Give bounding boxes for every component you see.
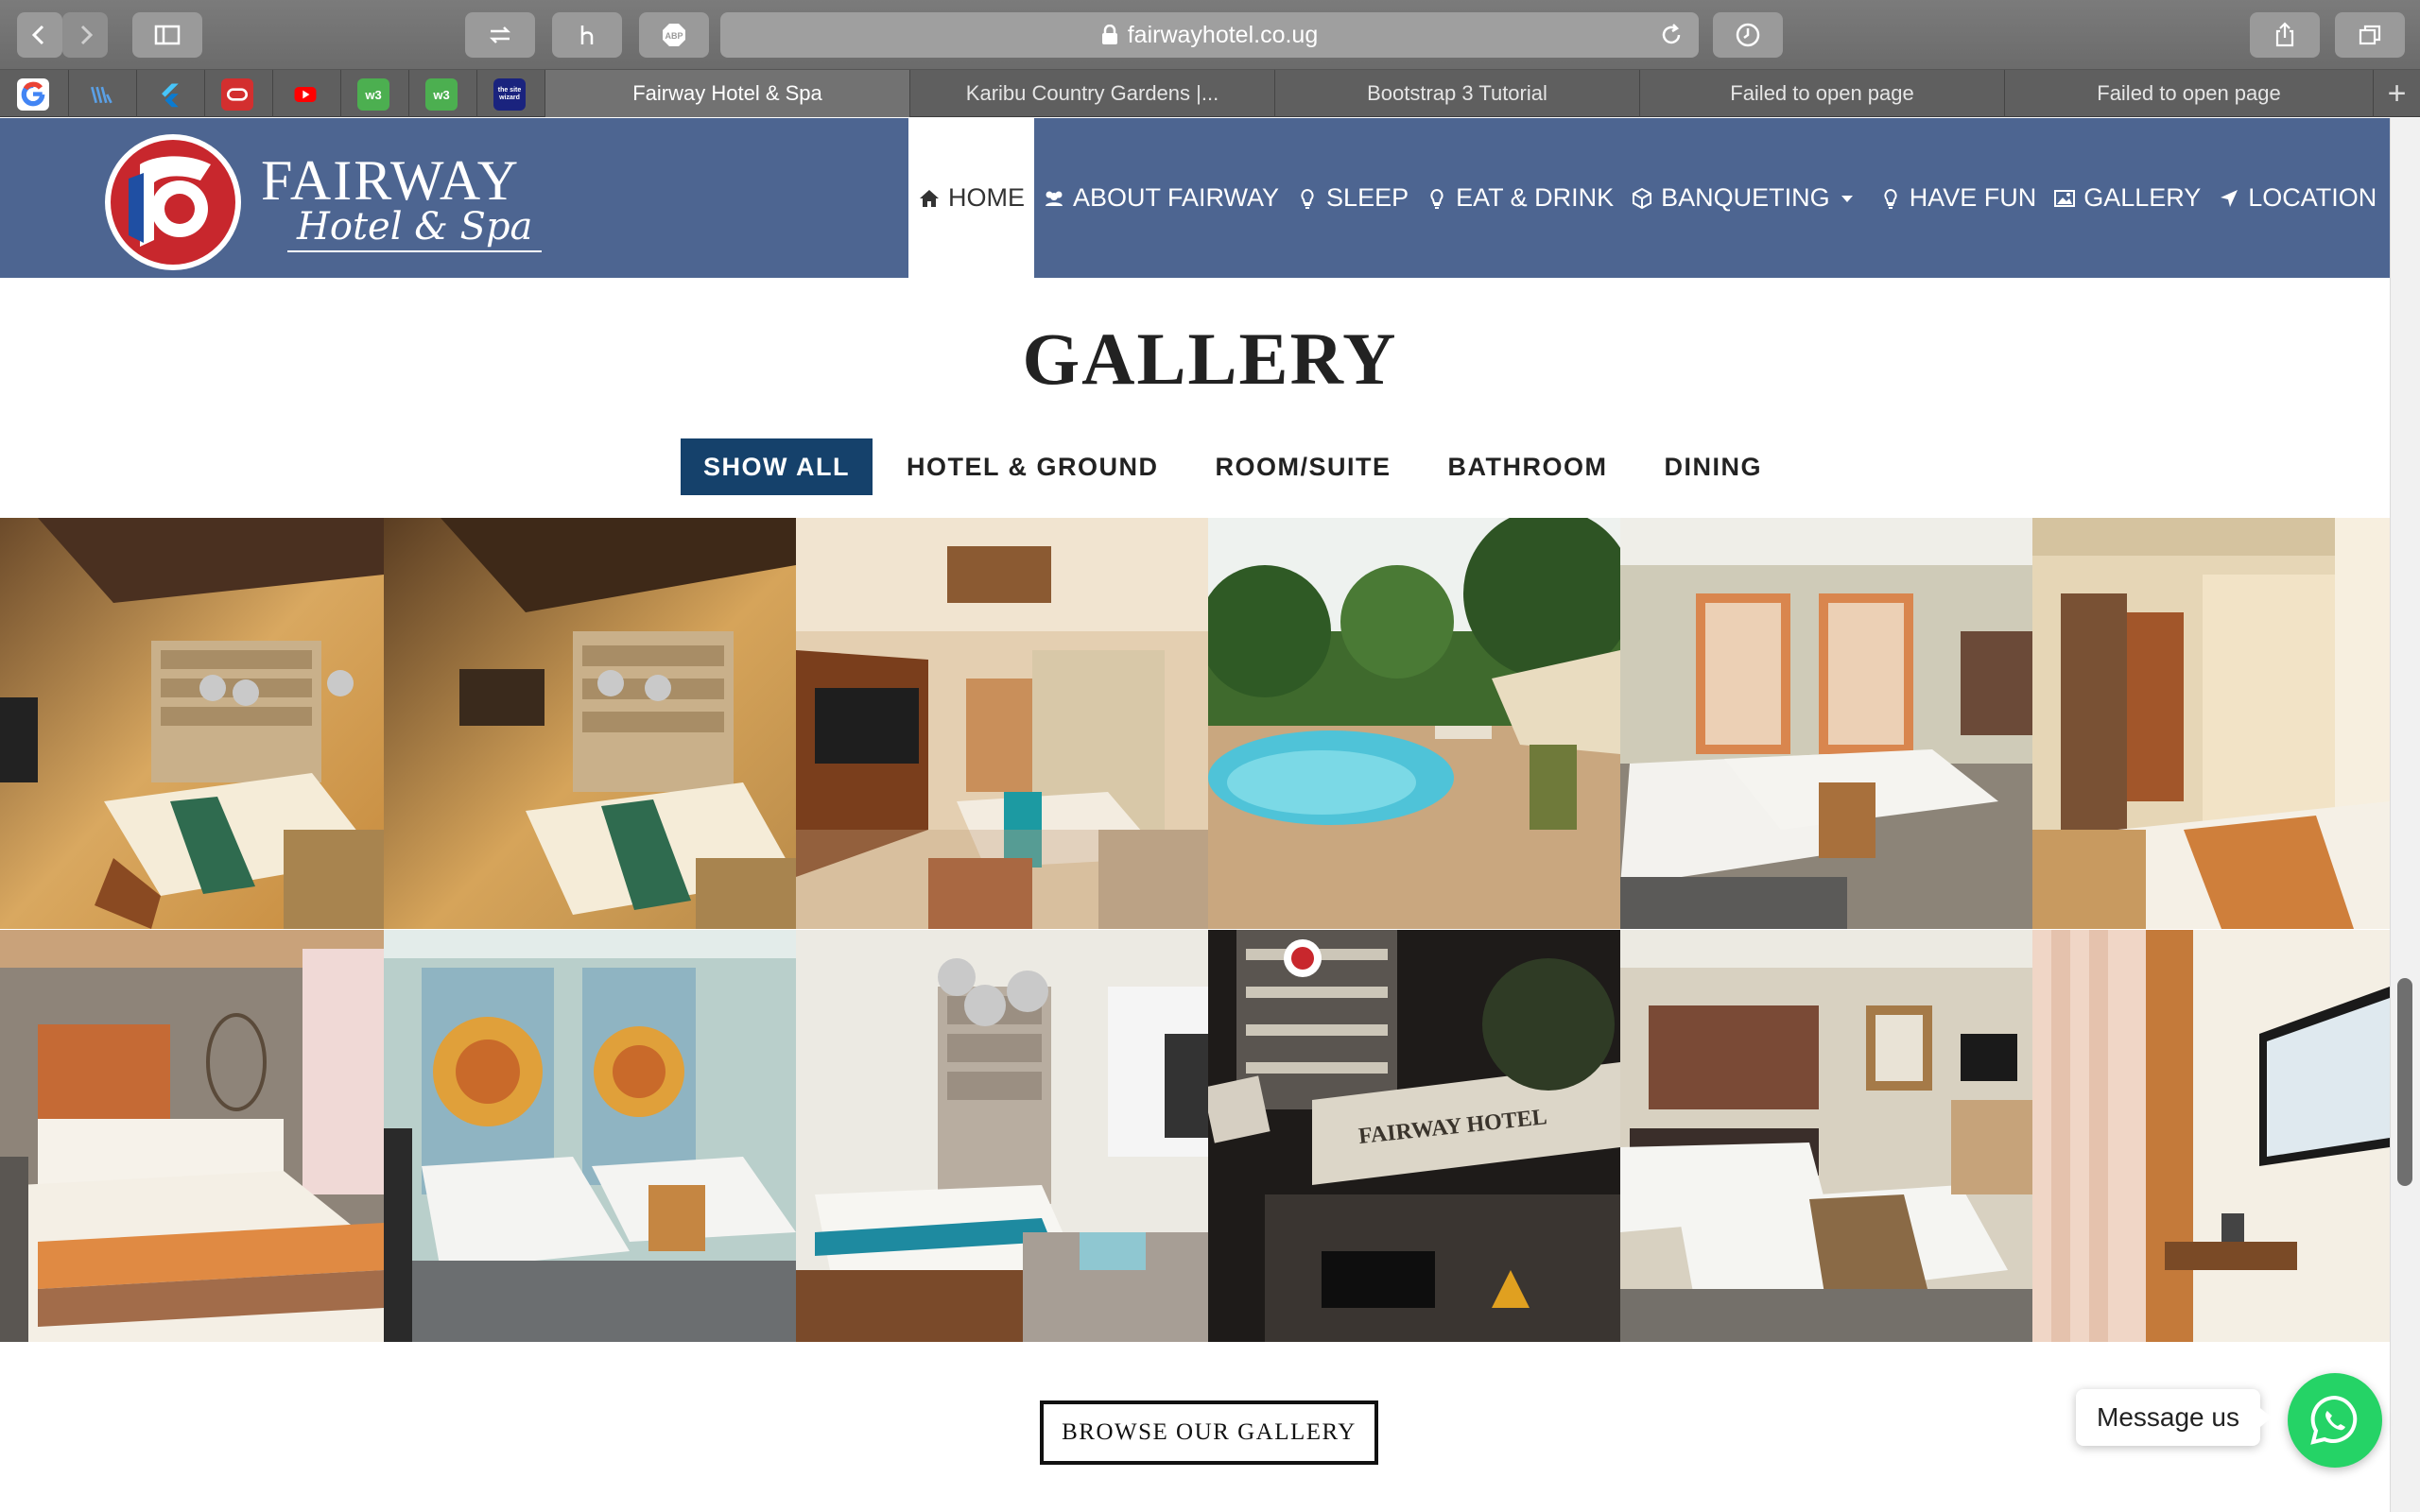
tab-karibu[interactable]: Karibu Country Gardens |...	[909, 70, 1274, 117]
tab-bootstrap[interactable]: Bootstrap 3 Tutorial	[1274, 70, 1639, 117]
thesitewizard-icon[interactable]: the site wizard	[493, 78, 526, 111]
tab-fairway[interactable]: Fairway Hotel & Spa	[544, 70, 909, 117]
gallery-image-suite[interactable]	[796, 930, 1208, 1342]
url-text: fairwayhotel.co.ug	[1127, 21, 1319, 48]
gallery-title: GALLERY	[1022, 318, 1398, 400]
lock-icon	[1101, 25, 1117, 44]
image-icon	[2054, 189, 2076, 207]
nav-home[interactable]: HOME	[908, 118, 1034, 278]
tab-bar: w3 w3 the site wizard Fairway Hotel & Sp…	[0, 70, 2420, 117]
gallery-image-room-tv[interactable]	[2032, 930, 2390, 1342]
browse-gallery-button[interactable]: BROWSE OUR GALLERY	[1040, 1400, 1378, 1465]
site-header: FAIRWAY Hotel & Spa HOME ABOUT FAIRWAY S…	[0, 118, 2390, 278]
room-door-photo	[2032, 518, 2390, 929]
honey-icon	[580, 26, 594, 44]
location-arrow-icon	[2221, 189, 2238, 207]
filter-bathroom[interactable]: BATHROOM	[1426, 438, 1631, 495]
library-icon[interactable]	[85, 78, 117, 111]
bedroom-photo	[0, 930, 384, 1342]
tab-failed-2[interactable]: Failed to open page	[2004, 70, 2373, 117]
back-button[interactable]	[17, 12, 62, 58]
tabs-icon	[2359, 25, 2381, 45]
nav-about[interactable]: ABOUT FAIRWAY	[1034, 118, 1288, 278]
nav-eat-drink[interactable]: EAT & DRINK	[1417, 118, 1622, 278]
twin-room-photo	[1620, 930, 2032, 1342]
chevron-right-icon	[80, 25, 94, 45]
whatsapp-button[interactable]	[2288, 1373, 2382, 1468]
room-tv-photo	[2032, 930, 2390, 1342]
cube-icon	[1633, 187, 1652, 209]
scrollbar-thumb[interactable]	[2397, 978, 2412, 1186]
fairway-logo-icon	[105, 134, 241, 270]
bulb-icon	[1884, 188, 1897, 209]
adblock-icon: ABP	[663, 24, 685, 46]
logo-subtitle: Hotel & Spa	[287, 205, 543, 252]
svg-text:ABP: ABP	[665, 31, 683, 41]
new-tab-button[interactable]: +	[2373, 70, 2420, 117]
browser-toolbar: ABP fairwayhotel.co.ug	[0, 0, 2420, 70]
flutter-icon[interactable]	[153, 78, 185, 111]
suite-photo	[796, 930, 1208, 1342]
gallery-image-suite[interactable]	[796, 518, 1208, 929]
youtube-icon[interactable]	[289, 78, 321, 111]
gallery-grid: FAIRWAY HOTEL	[0, 518, 2390, 1342]
nav-banqueting[interactable]: BANQUETING	[1622, 118, 1871, 278]
sidebar-toggle-button[interactable]	[132, 12, 202, 58]
bedroom-photo	[0, 518, 384, 929]
gallery-image-bedroom[interactable]	[384, 518, 796, 929]
nav-location[interactable]: LOCATION	[2209, 118, 2385, 278]
twin-room-photo	[384, 930, 796, 1342]
gallery-image-bedroom[interactable]	[0, 930, 384, 1342]
whatsapp-icon	[2310, 1395, 2358, 1445]
reload-icon[interactable]	[1657, 21, 1685, 49]
gallery-image-room-door[interactable]	[2032, 518, 2390, 929]
gallery-image-twin-room[interactable]	[1620, 930, 2032, 1342]
google-icon[interactable]	[17, 78, 49, 111]
site-logo[interactable]: FAIRWAY Hotel & Spa	[102, 128, 556, 270]
extension-button[interactable]	[552, 12, 622, 58]
main-nav: HOME ABOUT FAIRWAY SLEEP EAT & DRINK BAN…	[908, 118, 2385, 278]
extension-button[interactable]	[465, 12, 535, 58]
filter-show-all[interactable]: SHOW ALL	[681, 438, 873, 495]
filter-hotel-ground[interactable]: HOTEL & GROUND	[884, 438, 1182, 495]
tabs-overview-button[interactable]	[2335, 12, 2405, 58]
address-bar[interactable]: fairwayhotel.co.ug	[720, 12, 1699, 58]
filter-dining[interactable]: DINING	[1642, 438, 1786, 495]
gallery-image-pool[interactable]	[1208, 518, 1620, 929]
twin-room-photo	[1620, 518, 2032, 929]
gallery-filters: SHOW ALL HOTEL & GROUND ROOM/SUITE BATHR…	[681, 438, 1796, 495]
tab-failed-1[interactable]: Failed to open page	[1639, 70, 2004, 117]
users-icon	[1046, 191, 1063, 206]
nav-gallery[interactable]: GALLERY	[2045, 118, 2209, 278]
filter-room-suite[interactable]: ROOM/SUITE	[1193, 438, 1414, 495]
gallery-image-hotel-exterior[interactable]: FAIRWAY HOTEL	[1208, 930, 1620, 1342]
hotel-exterior-photo: FAIRWAY HOTEL	[1208, 930, 1620, 1342]
chevron-left-icon	[31, 25, 44, 45]
bulb-icon	[1430, 188, 1443, 209]
bulb-icon	[1301, 188, 1314, 209]
bedroom-photo	[384, 518, 796, 929]
message-us-bubble[interactable]: Message us	[2076, 1389, 2272, 1446]
pool-photo	[1208, 518, 1620, 929]
suite-photo	[796, 518, 1208, 929]
gallery-image-twin-room[interactable]	[384, 930, 796, 1342]
home-icon	[920, 189, 939, 207]
nav-sleep[interactable]: SLEEP	[1288, 118, 1417, 278]
swap-icon	[489, 26, 511, 43]
logo-wordmark: FAIRWAY	[261, 149, 521, 212]
w3-icon[interactable]: w3	[425, 78, 458, 111]
w3-icon[interactable]: w3	[357, 78, 389, 111]
share-icon	[2275, 22, 2294, 47]
forward-button[interactable]	[62, 12, 108, 58]
gallery-image-bedroom[interactable]	[0, 518, 384, 929]
share-button[interactable]	[2250, 12, 2320, 58]
nav-have-fun[interactable]: HAVE FUN	[1871, 118, 2046, 278]
adblock-button[interactable]: ABP	[639, 12, 709, 58]
caret-down-icon	[1841, 195, 1853, 202]
oracle-icon[interactable]	[221, 78, 253, 111]
clock-icon	[1736, 23, 1760, 47]
history-button[interactable]	[1713, 12, 1783, 58]
sidebar-icon	[154, 25, 181, 45]
gallery-image-twin-room[interactable]	[1620, 518, 2032, 929]
